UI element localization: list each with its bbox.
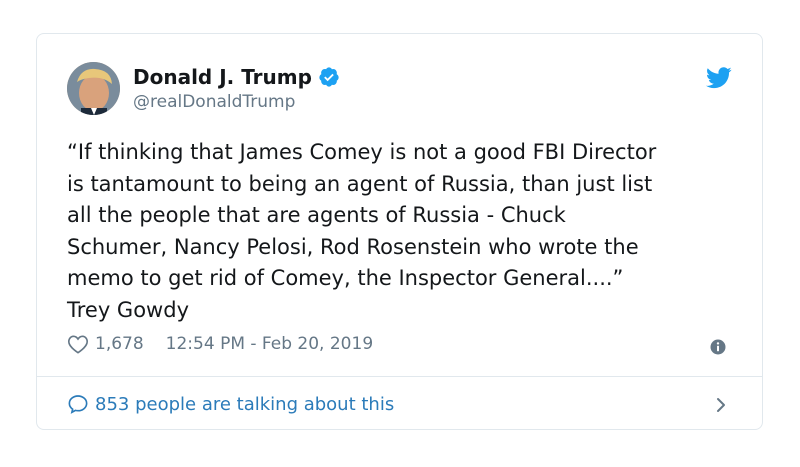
display-name[interactable]: Donald J. Trump bbox=[133, 65, 312, 89]
chevron-right-icon[interactable] bbox=[714, 396, 728, 414]
twitter-bird-icon[interactable] bbox=[705, 67, 732, 89]
info-icon[interactable] bbox=[710, 339, 726, 355]
speech-bubble-icon bbox=[67, 394, 89, 414]
tweet-meta: 1,678 12:54 PM - Feb 20, 2019 bbox=[67, 334, 373, 354]
verified-badge-icon bbox=[318, 66, 340, 88]
tweet-card: Donald J. Trump @realDonaldTrump “If thi… bbox=[36, 33, 763, 430]
like-count[interactable]: 1,678 bbox=[95, 334, 144, 354]
talking-count-text[interactable]: 853 people are talking about this bbox=[95, 394, 394, 415]
timestamp[interactable]: 12:54 PM - Feb 20, 2019 bbox=[166, 334, 373, 354]
heart-icon[interactable] bbox=[67, 334, 89, 354]
divider bbox=[37, 376, 762, 377]
tweet-text: “If thinking that James Comey is not a g… bbox=[67, 140, 657, 322]
name-row: Donald J. Trump bbox=[133, 64, 340, 90]
user-handle[interactable]: @realDonaldTrump bbox=[133, 92, 295, 112]
avatar[interactable] bbox=[67, 62, 120, 115]
conversation-link[interactable]: 853 people are talking about this bbox=[67, 386, 732, 422]
